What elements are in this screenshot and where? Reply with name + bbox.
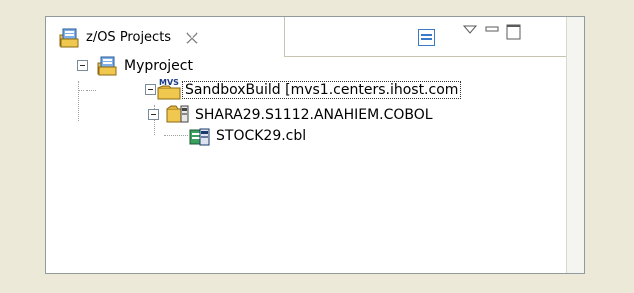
tree-item-myproject[interactable]: Myproject: [46, 55, 546, 79]
view-menu-icon[interactable]: [462, 24, 478, 40]
tree-item-label: STOCK29.cbl: [216, 128, 307, 144]
tab-label: z/OS Projects: [86, 30, 172, 45]
mvs-subproject-icon: MVS: [157, 77, 181, 100]
cobol-file-icon: [189, 126, 210, 146]
tree-item-sandboxbuild[interactable]: MVS SandboxBuild [mvs1.centers.ihost.com: [46, 78, 576, 103]
view-tab-bar: z/OS Projects: [46, 17, 584, 58]
vertical-scrollbar[interactable]: [566, 17, 584, 273]
collapse-toggle[interactable]: [145, 84, 156, 95]
close-icon[interactable]: [185, 31, 199, 45]
collapse-toggle[interactable]: [148, 109, 159, 120]
maximize-icon[interactable]: [506, 24, 521, 44]
tree-item-label: SandboxBuild [mvs1.centers.ihost.com: [182, 81, 462, 99]
tab-zos-projects[interactable]: z/OS Projects: [46, 17, 285, 58]
tree-item-dataset[interactable]: SHARA29.S1112.ANAHIEM.COBOL: [46, 103, 576, 128]
tree-item-label: SHARA29.S1112.ANAHIEM.COBOL: [195, 107, 433, 123]
zos-projects-icon: [59, 27, 81, 49]
collapse-toggle[interactable]: [77, 60, 88, 71]
project-icon: [97, 55, 117, 76]
tree-item-stock29[interactable]: STOCK29.cbl: [46, 126, 546, 148]
pds-folder-icon: [166, 103, 189, 123]
project-tree: Myproject MVS SandboxBuild [mvs1.centers…: [46, 55, 584, 273]
zos-projects-view: z/OS Projects Myproject MVS SandboxBuild…: [45, 16, 585, 274]
collapse-all-icon[interactable]: [418, 29, 435, 50]
tab-bar-toolbar: [285, 17, 584, 57]
tree-item-label: Myproject: [124, 58, 193, 74]
minimize-icon[interactable]: [485, 24, 499, 39]
